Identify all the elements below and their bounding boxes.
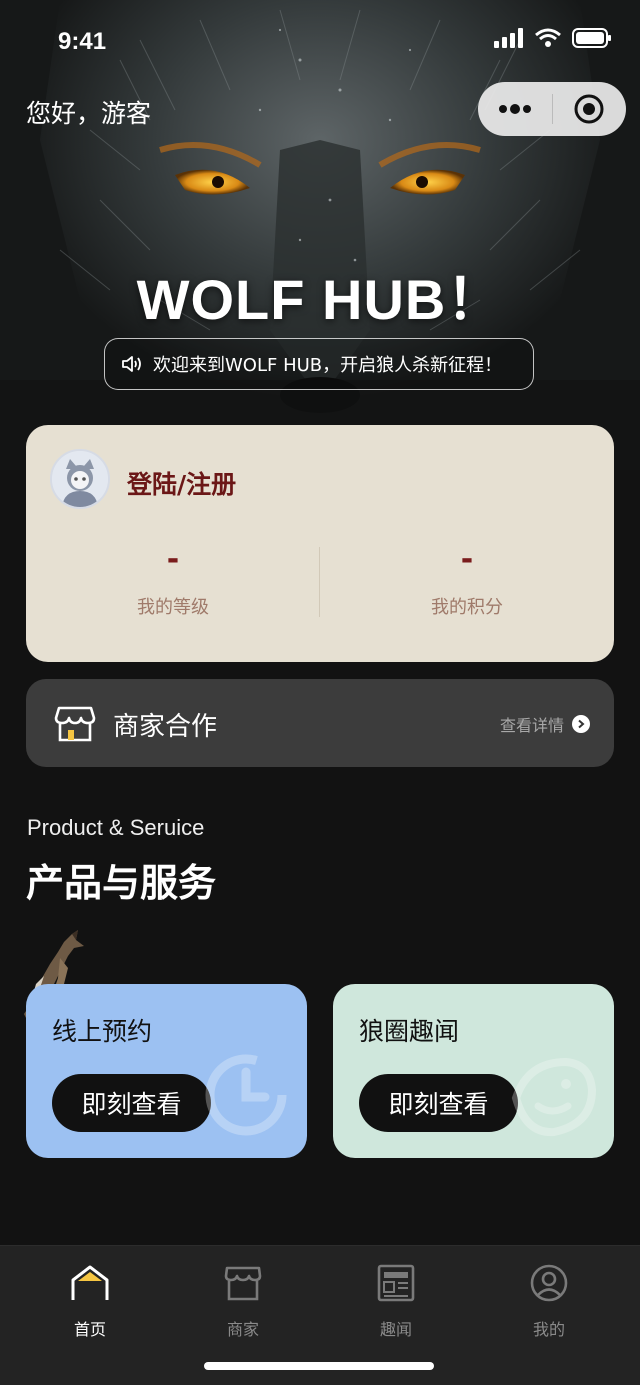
more-dots-icon bbox=[498, 104, 531, 114]
news-icon bbox=[377, 1264, 415, 1302]
battery-icon bbox=[572, 28, 611, 48]
level-stat[interactable]: - 我的等级 bbox=[26, 543, 320, 619]
merchant-details-label: 查看详情 bbox=[499, 716, 564, 735]
status-bar: 9:41 bbox=[0, 0, 640, 84]
tab-label: 首页 bbox=[73, 1320, 106, 1339]
hero-title: WOLF HUB！ bbox=[136, 268, 504, 331]
avatar[interactable] bbox=[50, 449, 110, 509]
store-icon bbox=[224, 1266, 262, 1301]
section-subtitle: Product & Seruice bbox=[27, 815, 205, 840]
status-time: 9:41 bbox=[58, 28, 107, 55]
tab-label: 趣闻 bbox=[379, 1320, 412, 1339]
home-indicator[interactable] bbox=[204, 1362, 434, 1370]
wolf-news-card[interactable]: 狼圈趣闻 即刻查看 bbox=[333, 984, 614, 1158]
mini-program-capsule bbox=[478, 82, 626, 136]
signal-icon bbox=[494, 28, 523, 48]
speaker-icon bbox=[122, 356, 141, 372]
shop-icon bbox=[54, 706, 96, 742]
tab-merchants[interactable]: 商家 bbox=[183, 1262, 303, 1340]
target-close-icon bbox=[574, 94, 604, 124]
close-program-button[interactable] bbox=[553, 82, 627, 136]
merchant-details-link[interactable]: 查看详情 bbox=[500, 712, 590, 736]
fish-icon bbox=[511, 1057, 597, 1137]
hero-banner: 9:41 您好，游客 WOLF HUB！ 欢迎来到WOLF HUB，开启狼人杀新… bbox=[0, 0, 640, 470]
tab-home[interactable]: 首页 bbox=[30, 1262, 150, 1340]
points-label: 我的积分 bbox=[431, 597, 503, 618]
more-menu-button[interactable] bbox=[478, 82, 552, 136]
points-stat[interactable]: - 我的积分 bbox=[320, 543, 614, 619]
merchant-title: 商家合作 bbox=[113, 712, 218, 742]
wifi-icon bbox=[535, 28, 561, 47]
view-now-button[interactable]: 即刻查看 bbox=[359, 1074, 518, 1132]
login-register-link[interactable]: 登陆/注册 bbox=[127, 465, 236, 501]
tab-label: 我的 bbox=[532, 1320, 565, 1339]
greeting-text: 您好，游客 bbox=[26, 99, 152, 128]
clock-icon bbox=[205, 1054, 287, 1136]
tab-label: 商家 bbox=[226, 1320, 259, 1339]
card-title: 线上预约 bbox=[52, 1017, 153, 1046]
points-value: - bbox=[460, 542, 474, 577]
user-icon bbox=[530, 1264, 568, 1302]
tab-news[interactable]: 趣闻 bbox=[336, 1262, 456, 1340]
merchant-cooperation-bar[interactable]: 商家合作 查看详情 bbox=[26, 679, 614, 767]
default-avatar-icon bbox=[52, 451, 108, 507]
home-icon bbox=[71, 1265, 109, 1300]
tab-mine[interactable]: 我的 bbox=[489, 1262, 609, 1340]
section-title: 产品与服务 bbox=[26, 861, 217, 905]
chevron-right-icon bbox=[572, 715, 590, 733]
level-value: - bbox=[166, 542, 180, 577]
online-booking-card[interactable]: 线上预约 即刻查看 bbox=[26, 984, 307, 1158]
notice-text: 欢迎来到WOLF HUB，开启狼人杀新征程！ bbox=[153, 355, 503, 376]
view-now-button[interactable]: 即刻查看 bbox=[52, 1074, 211, 1132]
card-title: 狼圈趣闻 bbox=[359, 1017, 460, 1046]
status-icons bbox=[494, 28, 612, 48]
level-label: 我的等级 bbox=[137, 597, 209, 618]
notice-bar[interactable]: 欢迎来到WOLF HUB，开启狼人杀新征程！ bbox=[104, 338, 534, 390]
user-card: 登陆/注册 - 我的等级 - 我的积分 bbox=[26, 425, 614, 662]
